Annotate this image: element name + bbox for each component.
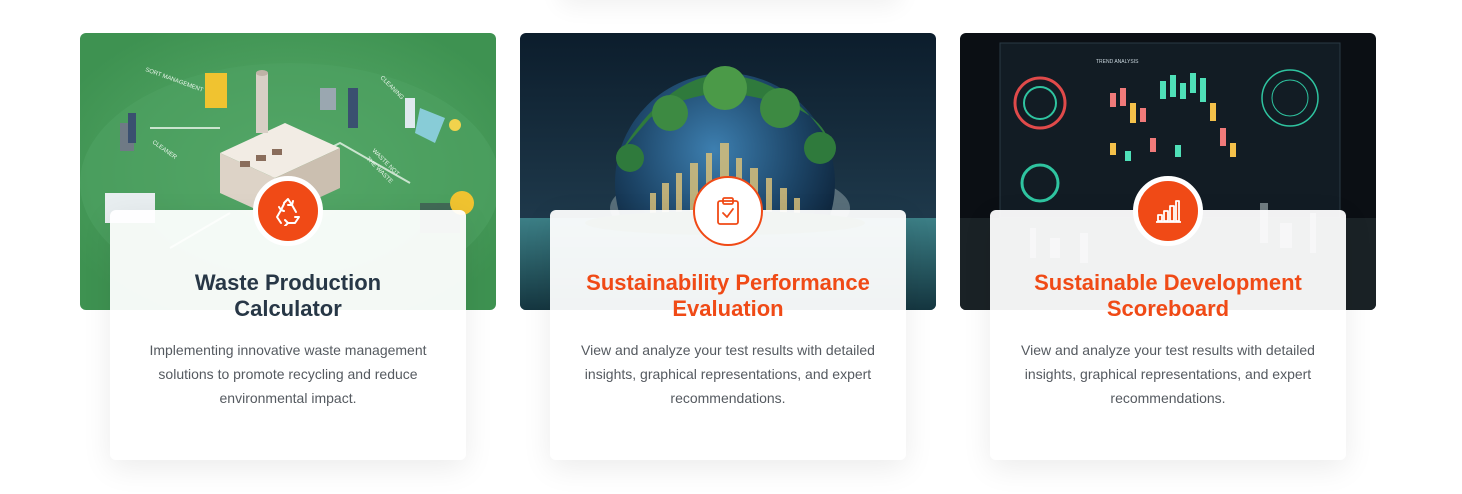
recycle-icon — [276, 198, 300, 226]
card-panel: Waste Production Calculator Implementing… — [110, 176, 466, 460]
bar-chart-icon — [1156, 200, 1181, 223]
card-title: Sustainability Performance Evaluation — [586, 270, 870, 321]
card-description: Implementing innovative waste management… — [149, 342, 427, 406]
card-panel: Sustainability Performance Evaluation Vi… — [550, 176, 906, 460]
clipboard-badge — [693, 176, 763, 246]
card-title: Waste Production Calculator — [194, 270, 382, 321]
service-card-waste-calculator[interactable]: SORT MANAGEMENT CLEANING CLEANER WASTE N… — [80, 33, 496, 473]
card-panel: Sustainable Development Scoreboard View … — [990, 176, 1346, 460]
bar-chart-badge — [1133, 176, 1203, 246]
clipboard-check-icon — [717, 197, 739, 225]
dashboard-heading: TREND ANALYSIS — [1096, 59, 1139, 65]
card-description: View and analyze your test results with … — [1021, 342, 1315, 406]
recycle-badge — [253, 176, 323, 246]
service-card-development-scoreboard[interactable]: TREND ANALYSIS Sustainable Development S… — [960, 33, 1376, 473]
card-description: View and analyze your test results with … — [581, 342, 875, 406]
card-title: Sustainable Development Scoreboard — [1034, 270, 1302, 321]
service-card-sustainability-evaluation[interactable]: Sustainability Performance Evaluation Vi… — [520, 33, 936, 473]
